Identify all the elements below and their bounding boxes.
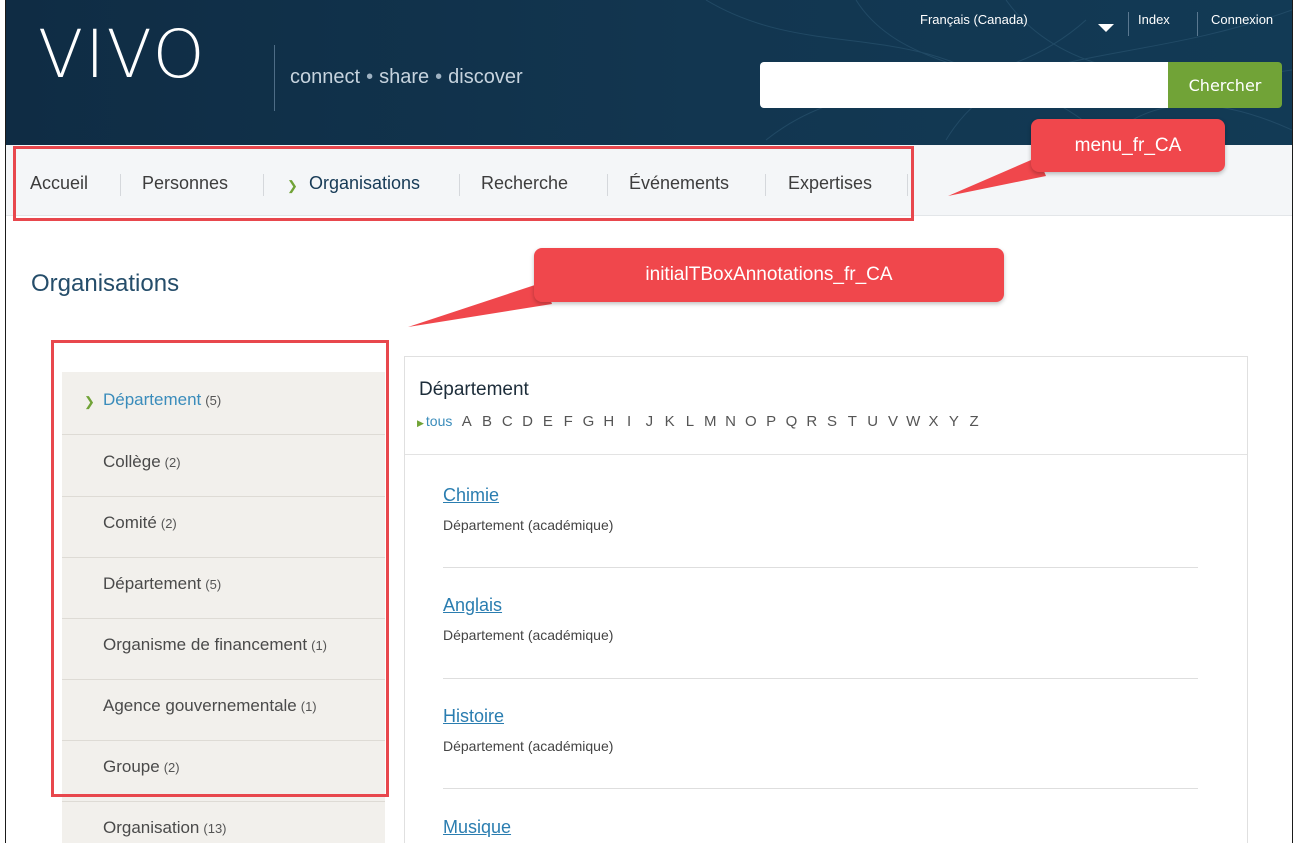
sidebar-highlight-box bbox=[51, 340, 389, 797]
menu-callout: menu_fr_CA bbox=[1031, 119, 1225, 172]
tbox-callout: initialTBoxAnnotations_fr_CA bbox=[534, 248, 1004, 302]
menu-highlight-box bbox=[13, 146, 914, 221]
tbox-callout-pointer bbox=[408, 282, 552, 327]
browser-viewport: VIVO connect • share • discover Français (Ca… bbox=[5, 0, 1293, 843]
